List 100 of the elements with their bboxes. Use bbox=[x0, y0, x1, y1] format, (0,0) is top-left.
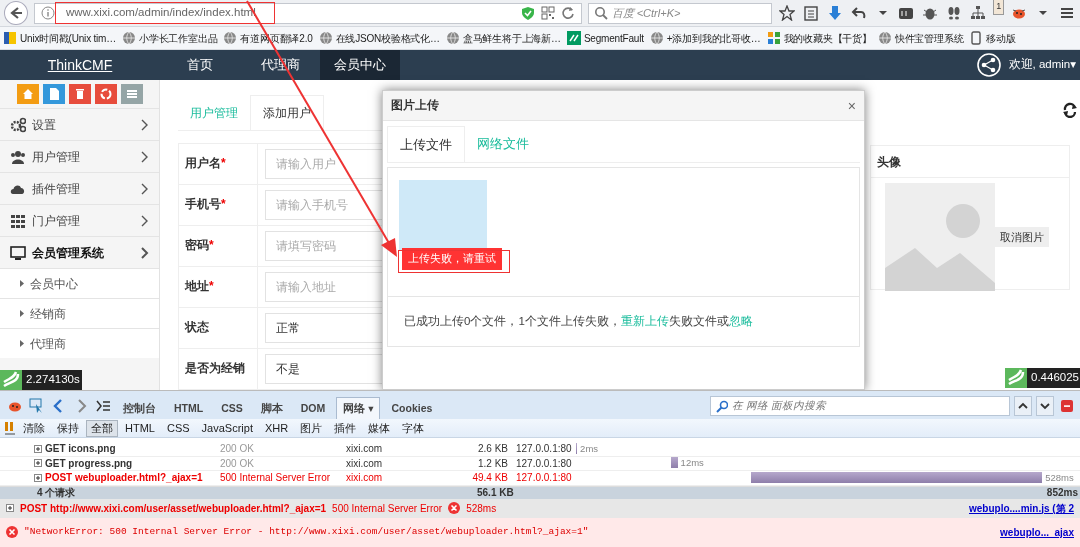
panel-tab[interactable]: CSS bbox=[214, 397, 250, 419]
recycle-button[interactable] bbox=[94, 84, 117, 104]
bookmark[interactable]: 我的收藏夹【干货】 bbox=[766, 30, 872, 46]
minimize-icon[interactable] bbox=[1061, 399, 1073, 413]
toolbar-button[interactable]: 清除 bbox=[18, 419, 50, 437]
reload-icon[interactable] bbox=[560, 6, 575, 20]
filter-button[interactable]: JavaScript bbox=[196, 419, 258, 437]
menu-icon[interactable] bbox=[1059, 5, 1075, 21]
bookmark[interactable]: 盒马鲜生将于上海新… bbox=[445, 30, 561, 46]
back-button[interactable] bbox=[4, 1, 28, 25]
source-link[interactable]: webuplo....min.js (第 2 bbox=[969, 500, 1074, 516]
sidebar-subitem[interactable]: 经销商 bbox=[0, 298, 159, 328]
request-name[interactable]: POST webuploader.html?_ajax=1 bbox=[45, 470, 203, 486]
chevron-icon bbox=[140, 214, 149, 227]
shield-icon[interactable] bbox=[520, 5, 535, 21]
tab[interactable]: 添加用户 bbox=[250, 95, 324, 130]
inspect-icon[interactable] bbox=[29, 398, 45, 414]
bookmark[interactable]: SegmentFault bbox=[566, 30, 644, 46]
filter-button[interactable]: 图片 bbox=[295, 419, 328, 437]
segmentfault-icon bbox=[566, 31, 581, 45]
field-label: 用户名* bbox=[178, 144, 258, 184]
bookmark[interactable]: 小学长工作室出品 bbox=[122, 30, 218, 46]
info-icon[interactable] bbox=[40, 6, 55, 20]
globe-icon bbox=[223, 31, 238, 45]
brand-logo[interactable]: ThinkCMF bbox=[0, 50, 160, 80]
sidebar-item[interactable]: 门户管理 bbox=[0, 204, 159, 236]
refresh-icon[interactable] bbox=[1062, 102, 1078, 118]
bookmark[interactable]: +添加到我的北哥收… bbox=[649, 30, 761, 46]
sitemap-icon[interactable] bbox=[970, 5, 987, 21]
total-size: 56.1 KB bbox=[477, 486, 514, 500]
sidebar-item[interactable]: 设置 bbox=[0, 108, 159, 140]
console-request[interactable]: POST http://www.xixi.com/user/asset/webuploader.html?_ajax=1 bbox=[20, 500, 327, 516]
nav-link[interactable]: 会员中心 bbox=[320, 50, 400, 80]
field-label: 是否为经销 bbox=[178, 349, 258, 389]
xhr-icon[interactable] bbox=[4, 421, 16, 435]
close-button[interactable]: × bbox=[847, 98, 856, 113]
sidebar-item[interactable]: 插件管理 bbox=[0, 172, 159, 204]
request-name[interactable]: GET progress.png bbox=[45, 455, 133, 471]
error-label: 上传失败，请重试 bbox=[402, 248, 502, 270]
video-icon[interactable] bbox=[898, 5, 915, 21]
filter-button[interactable]: HTML bbox=[120, 419, 160, 437]
qr-code-icon[interactable] bbox=[540, 6, 555, 20]
panel-tab[interactable]: DOM bbox=[293, 397, 333, 419]
required-mark: * bbox=[221, 157, 226, 171]
undo-icon[interactable] bbox=[850, 5, 867, 21]
filter-button[interactable]: 字体 bbox=[397, 419, 430, 437]
toolbar-button[interactable]: 保持 bbox=[52, 419, 84, 437]
status-text: 500 Internal Server Error bbox=[332, 501, 443, 516]
required-mark: * bbox=[209, 239, 214, 253]
cancel-image-button[interactable]: 取消图片 bbox=[995, 226, 1049, 248]
size-text: 2.6 KB bbox=[476, 442, 508, 457]
panel-tab[interactable]: 网络 ▾ bbox=[336, 397, 381, 419]
next-button[interactable] bbox=[1036, 396, 1054, 416]
error-icon bbox=[448, 502, 461, 514]
chevron-down-icon bbox=[1040, 401, 1050, 411]
notification-badge: 1 bbox=[993, 0, 1005, 15]
filter-button[interactable]: 全部 bbox=[86, 419, 118, 437]
size-text: 1.2 KB bbox=[476, 456, 508, 471]
star-icon[interactable] bbox=[778, 5, 795, 21]
command-line-icon[interactable] bbox=[95, 398, 111, 414]
remote-address: 127.0.0.1:80 bbox=[515, 471, 573, 486]
filter-button[interactable]: 插件 bbox=[329, 419, 362, 437]
bookmark[interactable]: 快件宝管理系统 bbox=[877, 30, 964, 46]
error-message: "NetworkError: 500 Internal Server Error - http://www.xixi.com/user/asset/webuploader.html?_ajax=1" bbox=[24, 525, 589, 540]
phone-icon bbox=[969, 31, 984, 45]
panel-tab[interactable]: Cookies bbox=[384, 397, 440, 419]
field-label: 手机号* bbox=[178, 185, 258, 225]
bookmark[interactable]: Unix时间戳(Unix tim… bbox=[3, 30, 117, 46]
download-icon[interactable] bbox=[826, 5, 843, 21]
filter-button[interactable]: XHR bbox=[259, 419, 294, 437]
source-link[interactable]: webuplo..._ajax bbox=[1000, 524, 1074, 540]
previous-button[interactable] bbox=[1014, 396, 1032, 416]
expand-icon[interactable] bbox=[34, 444, 42, 453]
request-count: 4 个请求 bbox=[37, 486, 77, 500]
panel-tab[interactable]: 控制台 bbox=[116, 397, 163, 419]
search-field[interactable]: 在 网络 面板内搜索 bbox=[710, 396, 1010, 416]
trash-button[interactable] bbox=[68, 84, 91, 104]
share-icon[interactable] bbox=[976, 53, 1001, 77]
clipboard-icon[interactable] bbox=[802, 5, 819, 21]
sidebar-item[interactable]: 用户管理 bbox=[0, 140, 159, 172]
tab[interactable]: 上传文件 bbox=[387, 126, 465, 162]
expand-icon[interactable] bbox=[6, 504, 14, 512]
expand-icon[interactable] bbox=[34, 473, 42, 482]
expand-icon[interactable] bbox=[34, 459, 42, 468]
field-label: 密码* bbox=[178, 226, 258, 266]
user-menu[interactable]: 欢迎, admin▾ bbox=[1008, 56, 1076, 74]
sidebar-subitem[interactable]: 代理商 bbox=[0, 328, 159, 358]
bookmark[interactable]: 移动版 bbox=[969, 30, 1016, 46]
panel-tab[interactable]: 脚本 bbox=[253, 397, 290, 419]
filter-button[interactable]: CSS bbox=[161, 419, 195, 437]
sidebar-subitem[interactable]: 会员中心 bbox=[0, 268, 159, 298]
filter-button[interactable]: 媒体 bbox=[363, 419, 396, 437]
nav-link[interactable]: 首页 bbox=[160, 50, 240, 80]
panel-tab[interactable]: HTML bbox=[167, 397, 211, 419]
file-button[interactable] bbox=[42, 84, 65, 104]
search-field[interactable]: 百度 <Ctrl+K> bbox=[587, 2, 772, 24]
timeline-bar bbox=[576, 442, 578, 454]
bookmark[interactable]: 在线JSON校验格式化… bbox=[318, 30, 440, 46]
request-name[interactable]: GET icons.png bbox=[45, 441, 116, 457]
list-button[interactable] bbox=[120, 84, 143, 104]
